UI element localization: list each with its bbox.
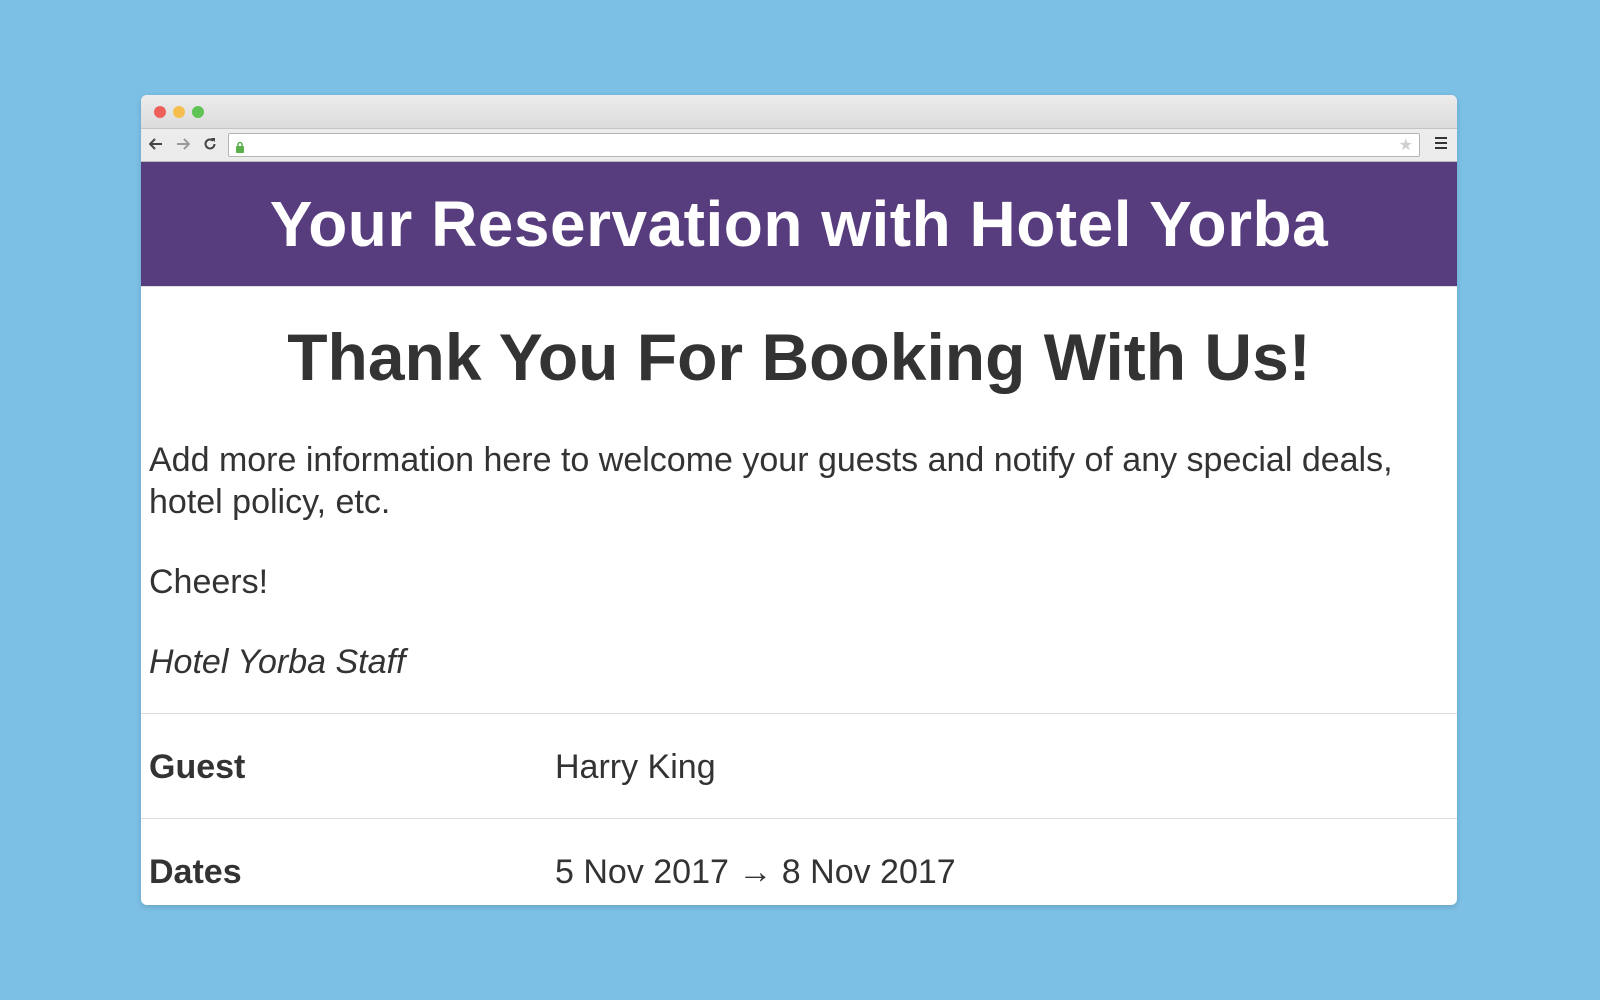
signoff-text: Cheers!	[149, 563, 269, 601]
email-content: Thank You For Booking With Us! Add more …	[141, 317, 1457, 683]
details-row-dates: Dates 5 Nov 2017 → 8 Nov 2017	[141, 819, 1457, 905]
guest-label: Guest	[149, 748, 246, 786]
welcome-message: Add more information here to welcome you…	[149, 441, 1393, 521]
arrow-left-icon[interactable]	[146, 134, 166, 154]
reload-icon[interactable]	[200, 134, 220, 154]
close-window-button[interactable]	[154, 106, 166, 118]
details-row-guest: Guest Harry King	[141, 714, 1457, 819]
banner-title: Your Reservation with Hotel Yorba	[269, 188, 1329, 260]
browser-toolbar: ★	[141, 129, 1457, 162]
thank-you-heading: Thank You For Booking With Us!	[287, 320, 1311, 394]
browser-window: ★ Your Reservation with Hotel Yorba Than…	[141, 95, 1457, 905]
dates-value: 5 Nov 2017 → 8 Nov 2017	[555, 853, 956, 891]
address-bar[interactable]: ★	[228, 133, 1420, 157]
arrow-right-icon[interactable]	[173, 134, 193, 154]
signature-text: Hotel Yorba Staff	[149, 643, 406, 681]
lock-icon	[235, 140, 245, 153]
dates-label: Dates	[149, 853, 242, 891]
star-icon[interactable]: ★	[1399, 135, 1413, 154]
reservation-details-table: Guest Harry King Dates 5 Nov 2017 → 8 No…	[141, 713, 1457, 905]
hamburger-menu-icon[interactable]	[1435, 137, 1447, 151]
title-bar	[141, 95, 1457, 129]
minimize-window-button[interactable]	[173, 106, 185, 118]
guest-value: Harry King	[555, 748, 716, 786]
reservation-banner: Your Reservation with Hotel Yorba	[141, 162, 1457, 287]
zoom-window-button[interactable]	[192, 106, 204, 118]
